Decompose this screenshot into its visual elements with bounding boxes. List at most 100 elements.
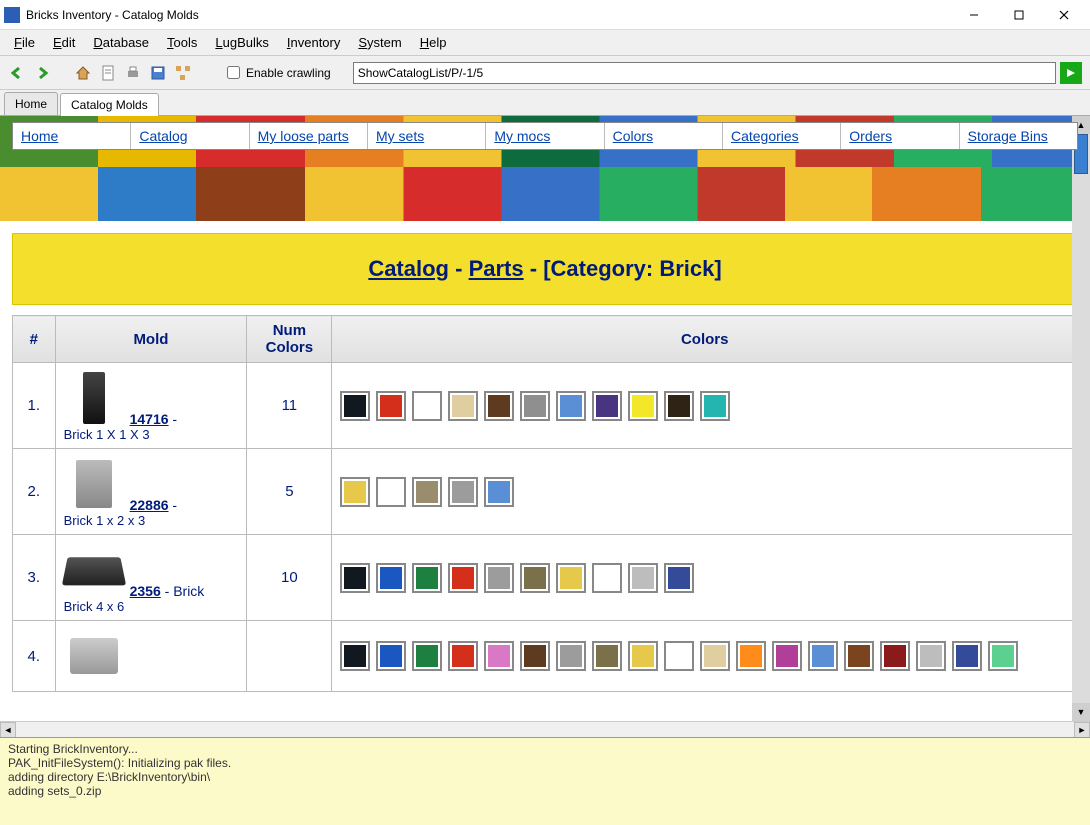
- color-swatch[interactable]: [340, 563, 370, 593]
- col-colors: Colors: [332, 316, 1078, 363]
- menu-inventory[interactable]: Inventory: [279, 31, 349, 54]
- col-mold: Mold: [55, 316, 247, 363]
- notes-button[interactable]: [97, 62, 119, 84]
- enable-crawling-checkbox[interactable]: Enable crawling: [227, 66, 331, 80]
- menu-edit[interactable]: Edit: [45, 31, 83, 54]
- breadcrumb-catalog[interactable]: Catalog: [368, 256, 449, 281]
- color-swatch[interactable]: [520, 563, 550, 593]
- tab-strip: HomeCatalog Molds: [0, 90, 1090, 116]
- header-banner: Home Catalog My loose parts My sets My mocs C…: [0, 116, 1090, 221]
- color-swatch[interactable]: [664, 641, 694, 671]
- color-swatch[interactable]: [340, 477, 370, 507]
- mold-thumb: [64, 627, 124, 685]
- nav-orders[interactable]: Orders: [849, 128, 892, 144]
- color-swatch[interactable]: [988, 641, 1018, 671]
- color-swatch[interactable]: [700, 391, 730, 421]
- close-button[interactable]: [1041, 1, 1086, 29]
- tab-catalog-molds[interactable]: Catalog Molds: [60, 93, 159, 116]
- color-swatch[interactable]: [844, 641, 874, 671]
- part-link[interactable]: 22886: [130, 497, 169, 513]
- color-swatch[interactable]: [340, 391, 370, 421]
- color-swatch[interactable]: [376, 477, 406, 507]
- menu-tools[interactable]: Tools: [159, 31, 205, 54]
- color-swatch[interactable]: [700, 641, 730, 671]
- color-swatch[interactable]: [664, 563, 694, 593]
- color-swatch[interactable]: [880, 641, 910, 671]
- color-swatch[interactable]: [376, 391, 406, 421]
- color-swatch[interactable]: [628, 563, 658, 593]
- color-swatch[interactable]: [484, 391, 514, 421]
- nav-links: Home Catalog My loose parts My sets My mocs C…: [12, 122, 1078, 150]
- toolbar: Enable crawling: [0, 56, 1090, 90]
- forward-button[interactable]: [33, 62, 55, 84]
- menu-system[interactable]: System: [350, 31, 409, 54]
- save-button[interactable]: [147, 62, 169, 84]
- color-swatch[interactable]: [520, 641, 550, 671]
- menu-file[interactable]: File: [6, 31, 43, 54]
- color-swatch[interactable]: [664, 391, 694, 421]
- color-swatch[interactable]: [412, 563, 442, 593]
- minimize-button[interactable]: [951, 1, 996, 29]
- go-button[interactable]: [1060, 62, 1082, 84]
- address-input[interactable]: [353, 62, 1056, 84]
- breadcrumb-parts[interactable]: Parts: [469, 256, 524, 281]
- scroll-down-icon[interactable]: ▼: [1072, 703, 1090, 721]
- back-button[interactable]: [8, 62, 30, 84]
- color-swatch[interactable]: [412, 477, 442, 507]
- color-swatch[interactable]: [808, 641, 838, 671]
- nav-categories[interactable]: Categories: [731, 128, 799, 144]
- nav-my-mocs[interactable]: My mocs: [494, 128, 550, 144]
- part-link[interactable]: 2356: [130, 583, 161, 599]
- color-swatch[interactable]: [592, 641, 622, 671]
- diagram-button[interactable]: [172, 62, 194, 84]
- color-swatch[interactable]: [592, 391, 622, 421]
- color-swatch[interactable]: [736, 641, 766, 671]
- table-row: 4.: [13, 621, 1078, 692]
- color-swatch[interactable]: [520, 391, 550, 421]
- color-swatch[interactable]: [448, 563, 478, 593]
- color-swatch[interactable]: [772, 641, 802, 671]
- scroll-left-icon[interactable]: ◄: [0, 722, 16, 738]
- color-swatch[interactable]: [376, 563, 406, 593]
- mold-thumb: [64, 455, 124, 513]
- menu-lugbulks[interactable]: LugBulks: [207, 31, 276, 54]
- color-swatch[interactable]: [448, 477, 478, 507]
- color-swatch[interactable]: [628, 391, 658, 421]
- color-swatch[interactable]: [628, 641, 658, 671]
- scroll-right-icon[interactable]: ►: [1074, 722, 1090, 738]
- nav-home[interactable]: Home: [21, 128, 58, 144]
- tab-home[interactable]: Home: [4, 92, 58, 115]
- color-swatch[interactable]: [484, 477, 514, 507]
- color-swatch[interactable]: [412, 391, 442, 421]
- color-swatch[interactable]: [448, 641, 478, 671]
- nav-catalog[interactable]: Catalog: [139, 128, 187, 144]
- home-button[interactable]: [72, 62, 94, 84]
- color-swatch[interactable]: [556, 391, 586, 421]
- color-swatch[interactable]: [556, 641, 586, 671]
- nav-colors[interactable]: Colors: [613, 128, 653, 144]
- color-swatch[interactable]: [376, 641, 406, 671]
- enable-crawling-label: Enable crawling: [246, 66, 331, 80]
- menu-help[interactable]: Help: [412, 31, 455, 54]
- part-link[interactable]: 14716: [130, 411, 169, 427]
- vertical-scrollbar[interactable]: ▲ ▼: [1072, 116, 1090, 721]
- color-swatch[interactable]: [484, 563, 514, 593]
- nav-storage-bins[interactable]: Storage Bins: [968, 128, 1048, 144]
- color-swatch[interactable]: [916, 641, 946, 671]
- menubar: FileEditDatabaseToolsLugBulksInventorySy…: [0, 30, 1090, 56]
- color-swatch[interactable]: [448, 391, 478, 421]
- color-swatch[interactable]: [952, 641, 982, 671]
- color-swatch[interactable]: [412, 641, 442, 671]
- color-swatch[interactable]: [592, 563, 622, 593]
- color-swatch[interactable]: [556, 563, 586, 593]
- maximize-button[interactable]: [996, 1, 1041, 29]
- app-icon: [4, 7, 20, 23]
- menu-database[interactable]: Database: [85, 31, 157, 54]
- nav-my-loose-parts[interactable]: My loose parts: [258, 128, 349, 144]
- print-button[interactable]: [122, 62, 144, 84]
- horizontal-scrollbar[interactable]: ◄ ►: [0, 721, 1090, 737]
- titlebar: Bricks Inventory - Catalog Molds: [0, 0, 1090, 30]
- color-swatch[interactable]: [340, 641, 370, 671]
- nav-my-sets[interactable]: My sets: [376, 128, 424, 144]
- color-swatch[interactable]: [484, 641, 514, 671]
